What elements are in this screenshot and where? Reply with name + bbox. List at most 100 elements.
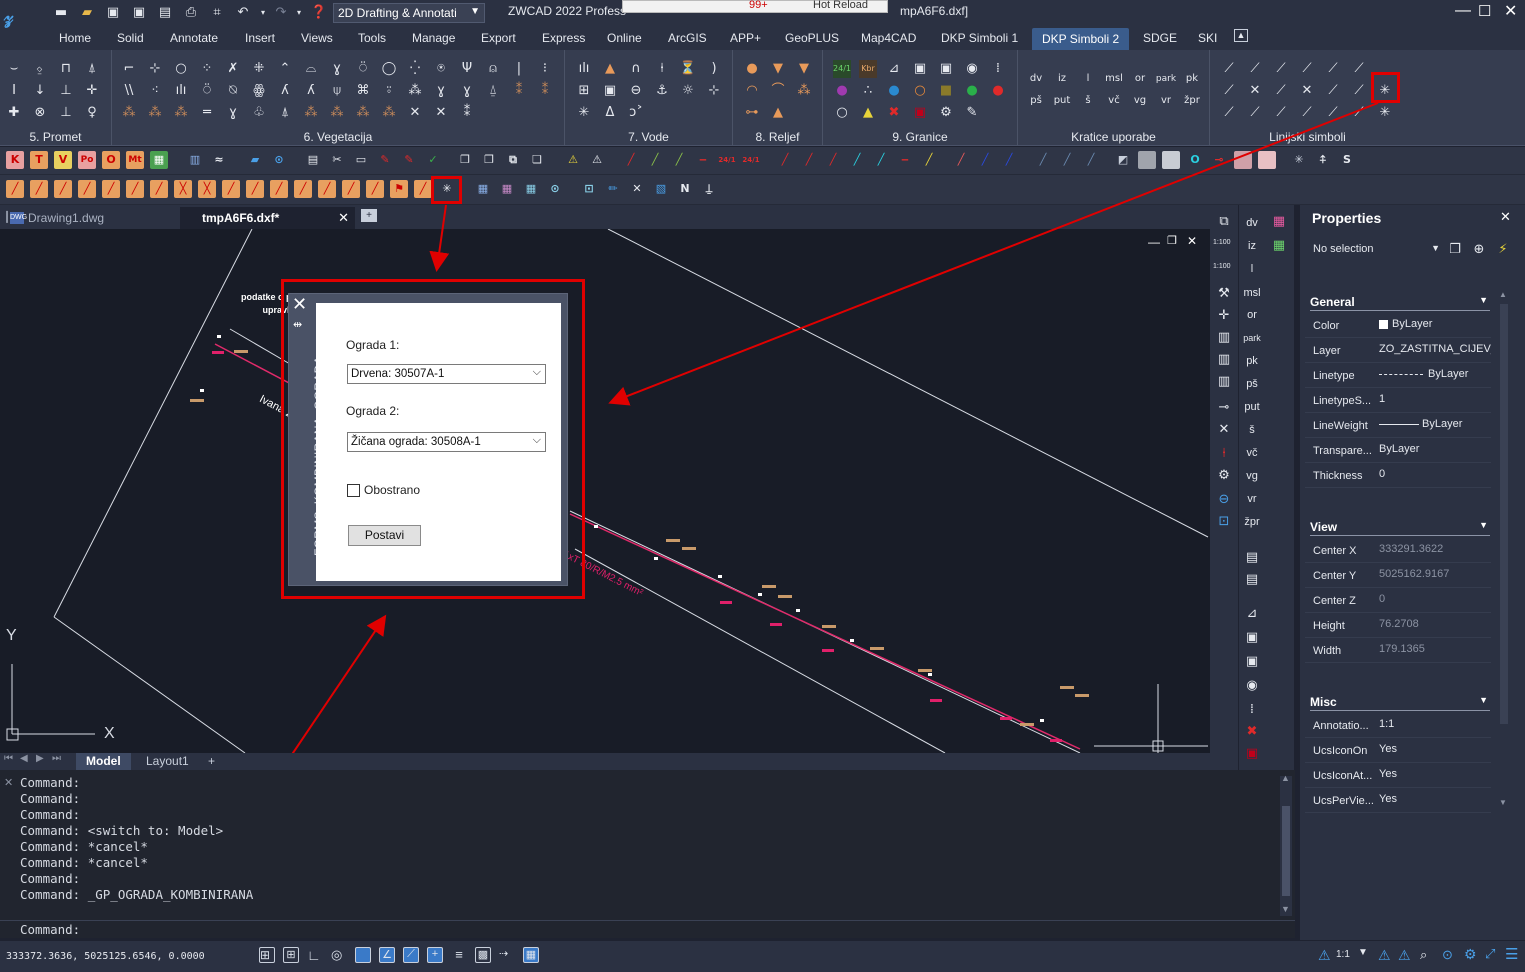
parcel-label-icon[interactable]: 24/1: [833, 60, 851, 78]
post-icon[interactable]: ⊓: [57, 60, 75, 78]
settings-gear-icon[interactable]: ⚙: [1464, 946, 1477, 963]
tab-insert[interactable]: Insert: [245, 31, 275, 45]
redo-icon[interactable]: ↷: [272, 4, 290, 22]
slope-icon[interactable]: ⁂: [795, 82, 813, 100]
pole-icon[interactable]: I: [5, 82, 23, 100]
circle-icon[interactable]: ○: [833, 104, 851, 122]
strip-dv-button[interactable]: dv: [1239, 217, 1265, 229]
line-symbol-icon[interactable]: ⟋: [1298, 104, 1316, 122]
warning-icon[interactable]: ⚠: [564, 151, 582, 169]
t-symbol-icon[interactable]: T: [30, 151, 48, 169]
yellow-triangle-icon[interactable]: ▲: [859, 104, 877, 122]
red-dot-icon[interactable]: ●: [989, 82, 1007, 100]
chart-icon[interactable]: ▥: [186, 151, 204, 169]
veg-symbol-icon[interactable]: ⌃: [276, 60, 294, 78]
selection-select[interactable]: No selection ▼: [1310, 241, 1440, 261]
command-scrollbar[interactable]: ▲ ▼: [1280, 773, 1292, 916]
water-symbol-icon[interactable]: ⏳: [679, 60, 697, 78]
prop-row-thickness[interactable]: Thickness 0: [1305, 463, 1491, 488]
veg-symbol-icon[interactable]: ⁂: [172, 104, 190, 122]
tab-express[interactable]: Express: [542, 31, 585, 45]
pattern-icon[interactable]: ▦: [522, 180, 540, 198]
scroll-thumb[interactable]: [1500, 304, 1508, 724]
strip-park-button[interactable]: park: [1239, 333, 1265, 343]
selection-cycling-icon[interactable]: ⇢: [499, 947, 515, 963]
veg-symbol-icon[interactable]: ⍥: [198, 82, 216, 100]
strip-vc-button[interactable]: vč: [1239, 447, 1265, 459]
save-icon[interactable]: ▣: [104, 4, 122, 22]
document-icon[interactable]: ▤: [1243, 549, 1261, 567]
marker-icon[interactable]: ♀: [83, 104, 101, 122]
kratica-iz-button[interactable]: iz: [1052, 70, 1072, 88]
command-input-row[interactable]: Command:: [0, 920, 1295, 938]
redo-dropdown-icon[interactable]: ▾: [290, 4, 308, 22]
sign-icon[interactable]: ⊥: [57, 82, 75, 100]
road-symbol-icon[interactable]: ⌣: [5, 60, 23, 78]
properties-scrollbar[interactable]: ▲ ▼: [1499, 290, 1509, 810]
line-tool-icon[interactable]: ╱: [78, 180, 96, 198]
pin-icon[interactable]: ⍏: [1314, 151, 1332, 169]
veg-symbol-icon[interactable]: ⁝: [536, 60, 554, 78]
kratica-park-button[interactable]: park: [1153, 70, 1179, 88]
hot-reload-button[interactable]: Hot Reload: [813, 0, 868, 11]
hatch-icon[interactable]: ◩: [1114, 151, 1132, 169]
kratica-ps-button[interactable]: pš: [1026, 92, 1046, 110]
strip-iz-button[interactable]: iz: [1239, 240, 1265, 252]
boundary-icon[interactable]: ▣: [911, 60, 929, 78]
strip-l-button[interactable]: l: [1239, 263, 1265, 275]
tab-home[interactable]: Home: [59, 31, 91, 45]
pink-square-icon[interactable]: [1234, 151, 1252, 169]
tab-annotate[interactable]: Annotate: [170, 31, 218, 45]
line-symbol-icon[interactable]: ⟋: [1272, 82, 1290, 100]
kratica-dv-button[interactable]: dv: [1026, 70, 1046, 88]
veg-symbol-icon[interactable]: ⁂: [302, 104, 320, 122]
map-icon[interactable]: ▦: [150, 151, 168, 169]
yellow-line-icon[interactable]: ╱: [920, 151, 938, 169]
veg-symbol-icon[interactable]: ⁛: [406, 60, 424, 78]
strip-put-button[interactable]: put: [1239, 401, 1265, 413]
line-tool-icon[interactable]: ╱: [414, 180, 432, 198]
dashed-line-icon[interactable]: ╱: [1082, 151, 1100, 169]
veg-symbol-icon[interactable]: ⌐: [120, 60, 138, 78]
fence-line-icon[interactable]: ⊸: [1210, 151, 1228, 169]
purple-dot-icon[interactable]: ●: [833, 82, 851, 100]
pattern-icon[interactable]: ▦: [498, 180, 516, 198]
prop-row-center-z[interactable]: Center Z 0: [1305, 588, 1491, 613]
close-icon[interactable]: ✕: [1504, 1, 1517, 21]
veg-symbol-icon[interactable]: ✕: [432, 104, 450, 122]
line-symbol-icon[interactable]: ⟋: [1350, 82, 1368, 100]
pink-square-icon[interactable]: [1258, 151, 1276, 169]
line-symbol-icon[interactable]: ⟋: [1324, 104, 1342, 122]
line-tool-icon[interactable]: ╳: [198, 180, 216, 198]
tab-views[interactable]: Views: [301, 31, 333, 45]
veg-symbol-icon[interactable]: ⁜: [250, 60, 268, 78]
red-line-icon[interactable]: ╱: [800, 151, 818, 169]
prop-row-ucsiconon[interactable]: UcsIconOn Yes: [1305, 738, 1491, 763]
red-line-icon[interactable]: ╱: [952, 151, 970, 169]
line-tool-icon[interactable]: ╱: [222, 180, 240, 198]
hydrant-icon[interactable]: ⍋: [83, 60, 101, 78]
document-icon[interactable]: ▤: [304, 151, 322, 169]
boundary-icon[interactable]: ◉: [1243, 677, 1261, 695]
layout-prev-icon[interactable]: ◀: [20, 753, 28, 764]
line-tool-icon[interactable]: ╱: [318, 180, 336, 198]
veg-symbol-icon[interactable]: ɣ: [328, 60, 346, 78]
dyn-icon[interactable]: +: [427, 947, 443, 963]
tab-dkp-simboli-1[interactable]: DKP Simboli 1: [941, 31, 1018, 45]
water-symbol-icon[interactable]: ɔ˃: [627, 104, 645, 122]
water-symbol-icon[interactable]: ): [705, 60, 723, 78]
veg-symbol-icon[interactable]: |: [510, 60, 528, 78]
tool-icon[interactable]: ⚒: [1215, 285, 1233, 303]
veg-symbol-icon[interactable]: ⁑: [458, 104, 476, 122]
cross-icon[interactable]: ✛: [1215, 307, 1233, 325]
kratica-l-button[interactable]: l: [1078, 70, 1098, 88]
tab-dkp-simboli-2[interactable]: DKP Simboli 2: [1032, 28, 1130, 50]
annotation-scale-value[interactable]: 1:1: [1336, 949, 1350, 960]
label-24-icon[interactable]: 24/1: [718, 151, 736, 169]
red-line-icon[interactable]: ╱: [622, 151, 640, 169]
tab-online[interactable]: Online: [607, 31, 642, 45]
kratica-vr-button[interactable]: vr: [1156, 92, 1176, 110]
veg-symbol-icon[interactable]: ⍉: [224, 82, 242, 100]
scroll-up-icon[interactable]: ▲: [1281, 773, 1290, 783]
prop-row-height[interactable]: Height 76.2708: [1305, 613, 1491, 638]
